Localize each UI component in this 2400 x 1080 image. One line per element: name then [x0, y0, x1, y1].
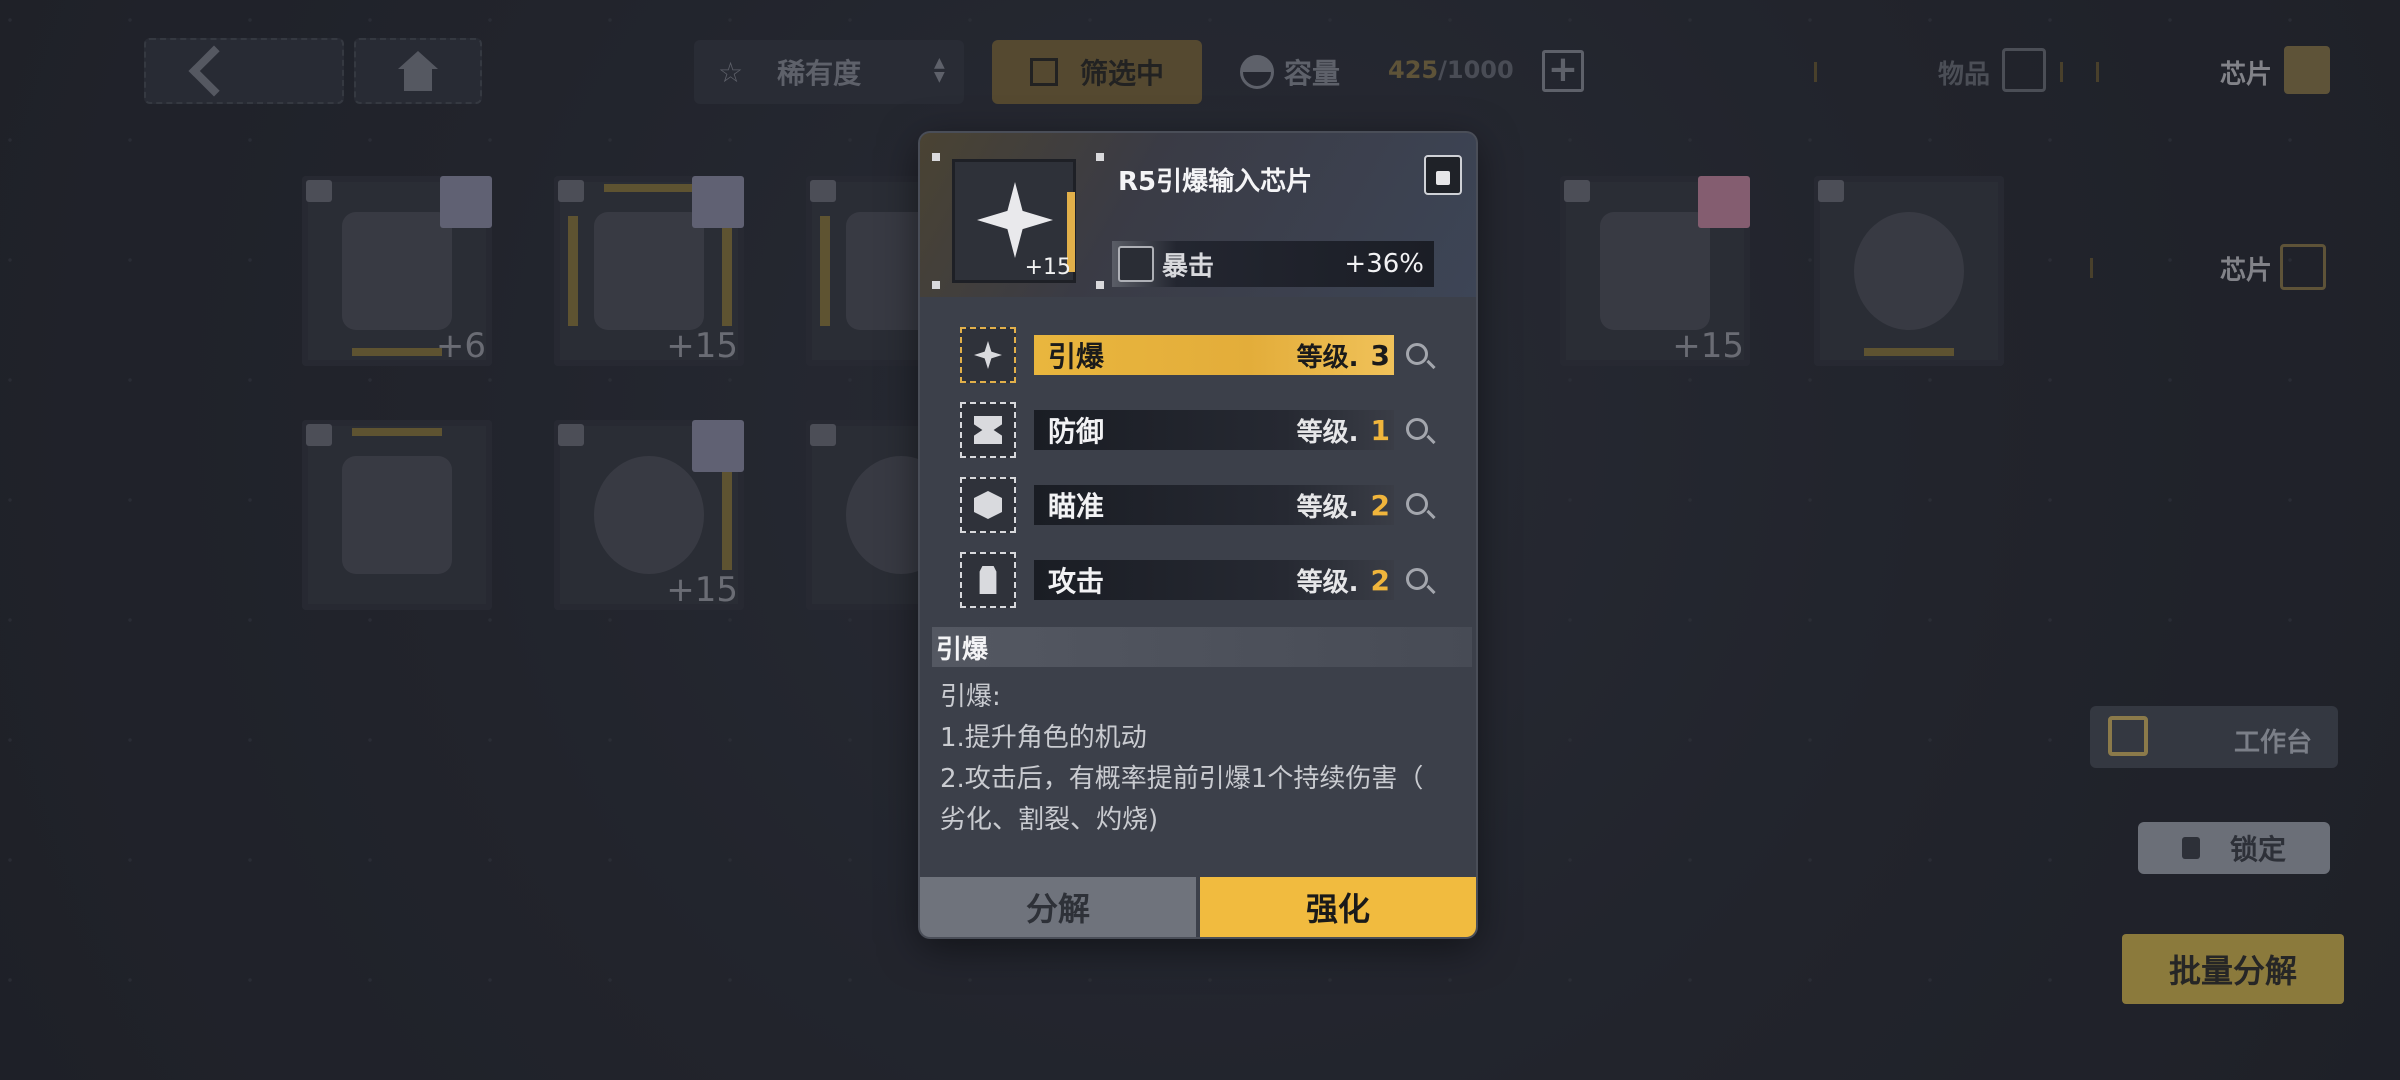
description-line: 2.攻击后，有概率提前引爆1个持续伤害（	[940, 764, 1424, 794]
stat-name: 暴击	[1162, 251, 1215, 282]
lock-label: 锁定	[2229, 833, 2286, 866]
workbench-label: 工作台	[2234, 728, 2313, 758]
skill-name: 防御	[1048, 415, 1105, 448]
chip-title: R5引爆输入芯片	[1118, 167, 1313, 197]
skill-level: 2	[1370, 488, 1390, 522]
skill-row[interactable]: 瞄准 等级. 2	[960, 477, 1440, 533]
chip-detail-popup: +15 R5引爆输入芯片 暴击 +36% 引爆 等级. 3 防御 等级. 1 瞄…	[920, 133, 1476, 937]
chip-level: +15	[1024, 255, 1071, 280]
bulk-dismantle-button[interactable]: 批量分解	[2122, 934, 2344, 1004]
crit-icon	[1118, 246, 1154, 282]
lock-icon	[2181, 837, 2200, 859]
enhance-button[interactable]: 强化	[1200, 877, 1476, 937]
workbench-chip-icon	[2108, 716, 2148, 756]
main-stat: 暴击 +36%	[1112, 241, 1434, 287]
zoom-in-icon[interactable]	[1406, 568, 1428, 590]
skill-name: 攻击	[1048, 565, 1105, 598]
skill-bar: 防御 等级. 1	[1034, 410, 1394, 450]
skill-row[interactable]: 攻击 等级. 2	[960, 552, 1440, 608]
aim-icon	[960, 477, 1016, 533]
skill-bar: 引爆 等级. 3	[1034, 335, 1394, 375]
description-line: 劣化、割裂、灼烧)	[940, 805, 1159, 835]
corner-marker	[1096, 281, 1104, 289]
lock-toggle-icon[interactable]	[1424, 155, 1462, 195]
description-line: 引爆:	[940, 682, 1001, 712]
attack-icon	[960, 552, 1016, 608]
zoom-in-icon[interactable]	[1406, 493, 1428, 515]
skill-bar: 瞄准 等级. 2	[1034, 485, 1394, 525]
corner-marker	[1096, 153, 1104, 161]
description-title: 引爆	[932, 627, 1472, 667]
skill-level: 3	[1370, 338, 1390, 372]
skill-level-label: 等级.	[1296, 492, 1359, 523]
corner-marker	[932, 153, 940, 161]
lock-button[interactable]: 锁定	[2138, 822, 2330, 874]
corner-marker	[932, 281, 940, 289]
chip-icon: +15	[952, 159, 1076, 283]
defense-icon	[960, 402, 1016, 458]
detonate-icon	[960, 327, 1016, 383]
burst-star-icon	[977, 182, 1053, 258]
skill-level: 1	[1370, 413, 1390, 447]
description-text: 引爆: 1.提升角色的机动 2.攻击后，有概率提前引爆1个持续伤害（ 劣化、割裂…	[940, 677, 1460, 841]
skill-name: 瞄准	[1048, 490, 1105, 523]
skill-row[interactable]: 引爆 等级. 3	[960, 327, 1440, 383]
dismantle-button[interactable]: 分解	[920, 877, 1196, 937]
popup-header: +15 R5引爆输入芯片 暴击 +36%	[920, 133, 1476, 297]
skill-level-label: 等级.	[1296, 342, 1359, 373]
skill-level-label: 等级.	[1296, 567, 1359, 598]
skill-level: 2	[1370, 563, 1390, 597]
skill-row[interactable]: 防御 等级. 1	[960, 402, 1440, 458]
skill-level-label: 等级.	[1296, 417, 1359, 448]
workbench-button[interactable]: 工作台	[2090, 706, 2338, 768]
zoom-in-icon[interactable]	[1406, 343, 1428, 365]
skill-bar: 攻击 等级. 2	[1034, 560, 1394, 600]
skill-name: 引爆	[1048, 340, 1105, 373]
zoom-in-icon[interactable]	[1406, 418, 1428, 440]
description-line: 1.提升角色的机动	[940, 723, 1147, 753]
stat-value: +36%	[1344, 249, 1424, 279]
